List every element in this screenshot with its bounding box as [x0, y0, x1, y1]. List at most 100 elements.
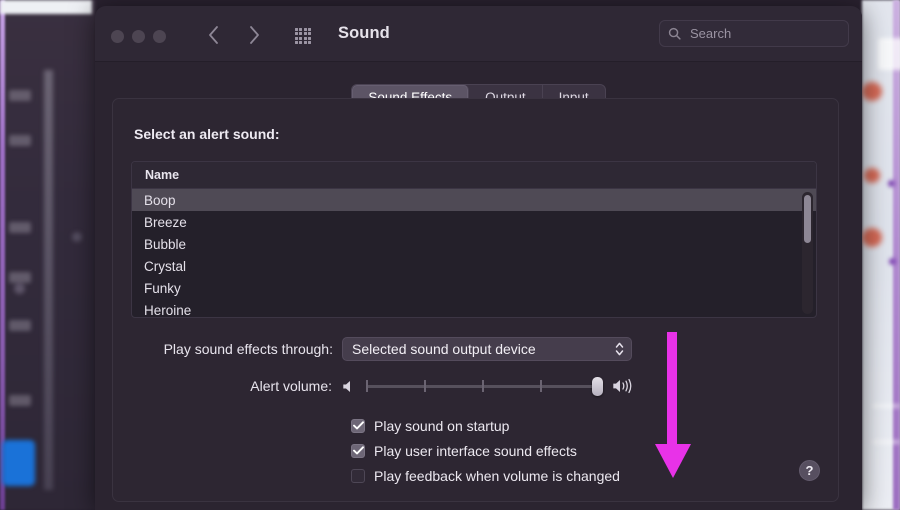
checkbox-box[interactable] [351, 418, 365, 433]
slider-thumb[interactable] [592, 377, 603, 396]
background-right-dot [888, 180, 895, 187]
sound-name: Bubble [144, 236, 187, 252]
checkbox-label: Play feedback when volume is changed [374, 467, 620, 484]
table-column-header-name: Name [132, 162, 816, 189]
table-rows: Boop Breeze Bubble Crystal Funky Heroine [132, 189, 816, 318]
background-left-item [9, 90, 31, 101]
background-left-purple-edge [0, 0, 5, 510]
table-row[interactable]: Boop [132, 189, 816, 211]
table-row[interactable]: Crystal [132, 255, 816, 277]
checkmark-icon [352, 421, 364, 430]
chevron-left-icon [208, 26, 218, 44]
chevron-right-icon [249, 26, 259, 44]
speaker-high-icon [612, 378, 635, 394]
sound-name: Heroine [144, 302, 192, 318]
scrollbar-thumb[interactable] [804, 195, 811, 243]
grid-dot [295, 32, 298, 36]
grid-dot [299, 32, 303, 36]
background-right-dot [864, 168, 880, 183]
grid-dot [303, 28, 307, 31]
grid-dot [295, 41, 298, 45]
alert-volume-row: Alert volume: [113, 377, 838, 396]
background-right-dot [862, 228, 882, 247]
search-field[interactable] [659, 20, 849, 47]
grid-dot [303, 32, 307, 36]
background-left-item [9, 135, 31, 146]
grid-dot [303, 36, 307, 40]
slider-tick [424, 380, 426, 392]
background-right-dot [889, 258, 896, 265]
background-left-item [9, 395, 31, 406]
table-row[interactable]: Heroine [132, 299, 816, 318]
grid-dot [308, 41, 312, 45]
background-left-titlebar [0, 0, 92, 14]
help-button[interactable]: ? [799, 460, 820, 481]
minimize-button[interactable] [132, 30, 145, 43]
slider-tick [366, 380, 368, 392]
checkbox-box[interactable] [351, 443, 365, 458]
annotation-arrow-down [655, 332, 691, 478]
background-left-dot [72, 232, 82, 242]
back-button[interactable] [202, 23, 224, 47]
sound-options-group: Play sound on startup Play user interfac… [351, 413, 620, 488]
zoom-button[interactable] [153, 30, 166, 43]
close-button[interactable] [111, 30, 124, 43]
checkbox-play-feedback-volume-changed[interactable]: Play feedback when volume is changed [351, 463, 620, 488]
output-device-label: Play sound effects through: [163, 341, 333, 357]
background-right-purple-edge [893, 0, 900, 510]
select-alert-sound-label: Select an alert sound: [134, 126, 280, 142]
background-left-dot [14, 283, 25, 294]
grid-dot [303, 41, 307, 45]
window-toolbar: Sound [95, 6, 862, 62]
slider-track [366, 385, 602, 388]
sound-name: Crystal [144, 258, 187, 274]
grid-dot [299, 41, 303, 45]
table-row[interactable]: Bubble [132, 233, 816, 255]
background-right-line [872, 404, 900, 408]
grid-dot [308, 36, 312, 40]
window-title: Sound [338, 24, 390, 42]
background-right-line [872, 440, 900, 444]
alert-volume-label: Alert volume: [250, 378, 332, 394]
sound-name: Funky [144, 280, 181, 296]
slider-tick [482, 380, 484, 392]
content-panel: Select an alert sound: Name Boop Breeze … [112, 98, 839, 502]
sound-name: Boop [144, 192, 176, 208]
table-scrollbar[interactable] [802, 192, 813, 314]
grid-dot [295, 36, 298, 40]
show-all-preferences-button[interactable] [295, 28, 313, 45]
alert-sound-table[interactable]: Name Boop Breeze Bubble Crystal Funky He… [131, 161, 817, 318]
output-device-row: Play sound effects through: Selected sou… [113, 337, 838, 361]
search-input[interactable] [688, 25, 840, 42]
checkbox-play-ui-sound-effects[interactable]: Play user interface sound effects [351, 438, 620, 463]
table-row[interactable]: Breeze [132, 211, 816, 233]
background-left-divider [44, 70, 53, 490]
grid-dot [308, 32, 312, 36]
sound-preferences-window: Sound Sound Effects Output Input Select … [95, 6, 862, 510]
grid-dot [299, 36, 303, 40]
background-left-item [9, 272, 31, 283]
sound-name: Breeze [144, 214, 187, 230]
forward-button[interactable] [243, 23, 265, 47]
checkbox-play-sound-on-startup[interactable]: Play sound on startup [351, 413, 620, 438]
slider-tick [540, 380, 542, 392]
grid-dot [299, 28, 303, 31]
output-device-value: Selected sound output device [352, 341, 536, 357]
background-right-dot [862, 82, 882, 101]
search-icon [668, 27, 681, 40]
checkmark-icon [352, 446, 364, 455]
checkbox-label: Play user interface sound effects [374, 442, 577, 459]
background-right-card [878, 38, 900, 70]
grid-dot [295, 28, 298, 31]
background-left-item [9, 222, 31, 233]
checkbox-box[interactable] [351, 468, 365, 483]
speaker-low-icon [342, 379, 356, 394]
background-left-selected-item [2, 440, 35, 486]
window-controls [111, 30, 166, 43]
grid-dot [308, 28, 312, 31]
output-device-popup-button[interactable]: Selected sound output device [342, 337, 632, 361]
chevron-up-down-icon [615, 341, 624, 357]
background-left-item [9, 320, 31, 331]
table-row[interactable]: Funky [132, 277, 816, 299]
alert-volume-slider[interactable] [366, 377, 603, 396]
